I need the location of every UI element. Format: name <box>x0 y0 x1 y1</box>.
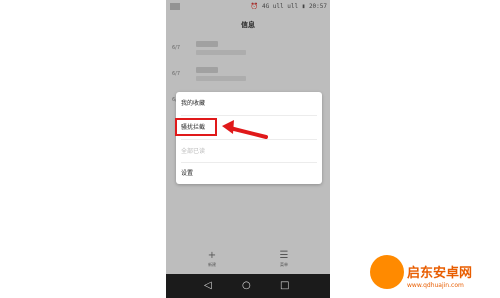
menu-item-favorites[interactable]: 我的收藏 <box>176 92 322 115</box>
action-label: 菜单 <box>280 262 288 267</box>
system-navbar: ◁ ○ □ <box>166 274 330 298</box>
menu-button[interactable]: ☰ 菜单 <box>254 250 314 268</box>
watermark-title: 启东安卓网 <box>407 266 473 281</box>
new-message-button[interactable]: + 新建 <box>182 250 242 268</box>
menu-item-label: 设置 <box>181 170 194 177</box>
annotation-highlight-box <box>175 118 217 136</box>
options-menu: 我的收藏 骚扰拦截 全部已读 设置 <box>176 92 322 184</box>
back-icon[interactable]: ◁ <box>204 274 212 298</box>
menu-item-label: 我的收藏 <box>181 100 206 107</box>
action-label: 新建 <box>208 262 216 267</box>
menu-icon: ☰ <box>279 250 289 261</box>
home-icon[interactable]: ○ <box>242 274 251 298</box>
recents-icon[interactable]: □ <box>280 274 289 298</box>
watermark-url: www.qdhuajin.com <box>407 282 464 289</box>
phone-screen: ⏰ 4G ull ull ▮ 20:57 信息 6/7 6/7 6/ 我的收藏 … <box>166 0 330 298</box>
watermark-logo-icon <box>370 255 404 289</box>
plus-icon: + <box>207 250 217 261</box>
bottom-action-bar: + 新建 ☰ 菜单 <box>166 250 330 274</box>
menu-item-mark-all-read: 全部已读 <box>176 140 322 163</box>
menu-item-label: 全部已读 <box>181 148 206 155</box>
menu-item-settings[interactable]: 设置 <box>176 162 322 185</box>
